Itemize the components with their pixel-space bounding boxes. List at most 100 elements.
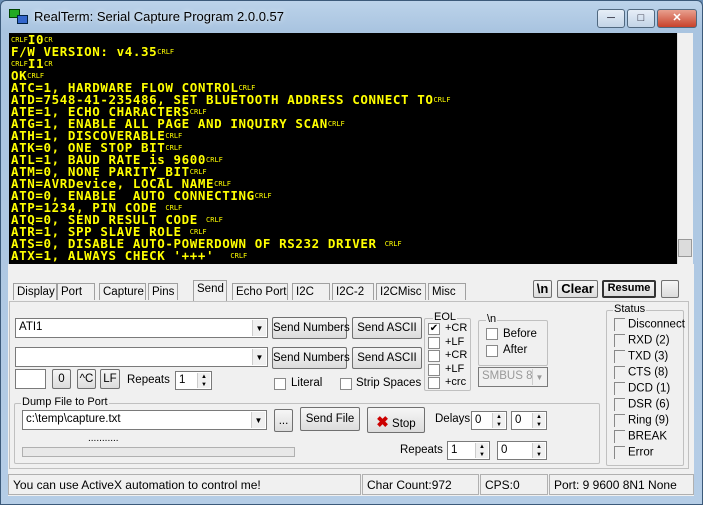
spinner-arrows-icon[interactable]: ▲ ▼ [492,413,505,428]
resume-button[interactable]: Resume [602,280,656,298]
eol-checkbox[interactable] [428,336,440,349]
terminal-line-text: I1 [27,56,45,71]
status-label: TXD (3) [628,350,669,363]
tab-pins[interactable]: Pins [148,283,178,300]
send-input-2[interactable]: ▼ [15,347,268,367]
eol-marker: CRLF [189,168,207,176]
repeats-spinner[interactable]: 1 ▲ ▼ [175,371,212,390]
eol-checkbox[interactable] [428,350,440,362]
chevron-down-icon[interactable]: ▼ [252,349,266,365]
crlf-marker: CRLF [11,36,28,44]
maximize-button[interactable]: □ [627,9,655,28]
statusbar-message: You can use ActiveX automation to contro… [8,474,361,495]
after-checkbox[interactable] [486,345,498,357]
tab-port[interactable]: Port [57,283,95,300]
spinner-arrows-icon[interactable]: ▲ ▼ [532,413,545,428]
clear-button[interactable]: Clear [557,280,598,298]
send-numbers-button-1[interactable]: Send Numbers [272,317,350,339]
app-icon [9,9,29,25]
status-indicator: DSR (6) [614,398,670,411]
eol-label: +LF [445,335,465,348]
x-icon: ✖ [376,414,389,431]
spinner-arrows-icon[interactable]: ▲ ▼ [475,443,488,458]
status-indicator: Ring (9) [614,414,669,427]
crlf-marker: CRLF [11,60,28,68]
browse-button[interactable]: ... [274,409,293,432]
eol-marker: CRLF [254,192,272,200]
before-checkbox[interactable] [486,328,498,340]
newline-group [478,320,548,366]
eol-marker: CRLF [157,48,175,56]
send-numbers-button-2[interactable]: Send Numbers [272,347,350,369]
spinner-arrows-icon[interactable]: ▲ ▼ [532,443,545,458]
lf-button[interactable]: LF [100,369,120,389]
newline-button[interactable]: \n [533,280,552,298]
zero-button[interactable]: 0 [52,369,71,389]
status-label: DCD (1) [628,382,671,395]
terminal-scrollbar[interactable] [677,33,693,264]
led-icon [614,398,625,411]
send-ascii-button-1[interactable]: Send ASCII [352,317,422,339]
stop-button[interactable]: ✖ Stop [367,407,425,433]
send-ascii-button-2[interactable]: Send ASCII [352,347,422,369]
eol-marker: CRLF [189,108,207,116]
led-icon [614,414,625,427]
minimize-button[interactable]: ─ [597,9,625,28]
eol-marker: CRLF [433,96,451,104]
blank-button[interactable] [661,280,679,298]
led-icon [614,366,625,379]
smbus-select[interactable]: SMBUS 8 ▼ [478,367,548,387]
dump-file-value: c:\temp\capture.txt [26,413,121,425]
chevron-down-icon[interactable]: ▼ [532,369,546,385]
close-button[interactable]: ✕ [657,9,697,28]
delay-spinner-2[interactable]: 0 ▲ ▼ [511,411,547,430]
window-title: RealTerm: Serial Capture Program 2.0.0.5… [34,9,285,24]
eol-checkbox[interactable]: ✔ [428,323,440,335]
eol-marker: CRLF [165,204,183,212]
dump-file-input[interactable]: c:\temp\capture.txt ▼ [22,410,267,430]
led-icon [614,446,625,459]
before-label: Before [503,328,537,340]
status-indicator: TXD (3) [614,350,668,363]
delay-value-2: 0 [515,414,522,426]
tab-display[interactable]: Display [13,283,57,300]
dump-progress-bar [22,447,295,457]
scrollbar-thumb[interactable] [678,239,692,257]
eol-checkbox[interactable] [428,377,440,389]
literal-checkbox[interactable] [274,378,286,390]
tab-send[interactable]: Send [193,280,227,301]
dump-repeats-spinner-2[interactable]: 0 ▲ ▼ [497,441,547,460]
eol-marker: CRLF [27,72,45,80]
status-indicator: Error [614,446,654,459]
delay-spinner-1[interactable]: 0 ▲ ▼ [471,411,507,430]
eol-checkbox[interactable] [428,363,440,376]
led-icon [614,318,625,331]
statusbar-char-count: Char Count:972 [362,474,479,495]
tab-echo-port[interactable]: Echo Port [232,283,288,300]
status-label: BREAK [628,430,667,443]
terminal-line-text: ATX=1, ALWAYS CHECK '+++' [11,248,231,263]
tab-i2cmisc[interactable]: I2CMisc [376,283,426,300]
chevron-down-icon[interactable]: ▼ [252,320,266,336]
send-input-1[interactable]: ATI1 ▼ [15,318,268,338]
dump-repeats-value-2: 0 [501,444,508,456]
tab-capture[interactable]: Capture [99,283,146,300]
strip-spaces-checkbox[interactable] [340,378,352,390]
eol-label: +crc [445,376,467,388]
dump-repeats-spinner-1[interactable]: 1 ▲ ▼ [447,441,490,460]
ctrl-c-button[interactable]: ^C [77,369,96,389]
char-input[interactable] [15,369,46,389]
tab-i2c[interactable]: I2C [292,283,330,300]
chevron-down-icon[interactable]: ▼ [251,412,265,428]
tab-misc[interactable]: Misc [428,283,466,300]
eol-label: +CR [445,349,468,361]
spinner-arrows-icon[interactable]: ▲ ▼ [197,373,210,388]
status-indicator: Disconnect [614,318,685,331]
delay-value-1: 0 [475,414,482,426]
eol-marker: CRLF [165,132,183,140]
tab-i2c-2[interactable]: I2C-2 [332,283,374,300]
dump-file-title: Dump File to Port [21,396,109,408]
send-file-button[interactable]: Send File [300,407,360,431]
eol-marker: CRLF [206,216,223,224]
terminal-display[interactable]: CRLFI0CR F/W VERSION: v4.35CRLF CRLFI1CR OK… [9,33,693,264]
